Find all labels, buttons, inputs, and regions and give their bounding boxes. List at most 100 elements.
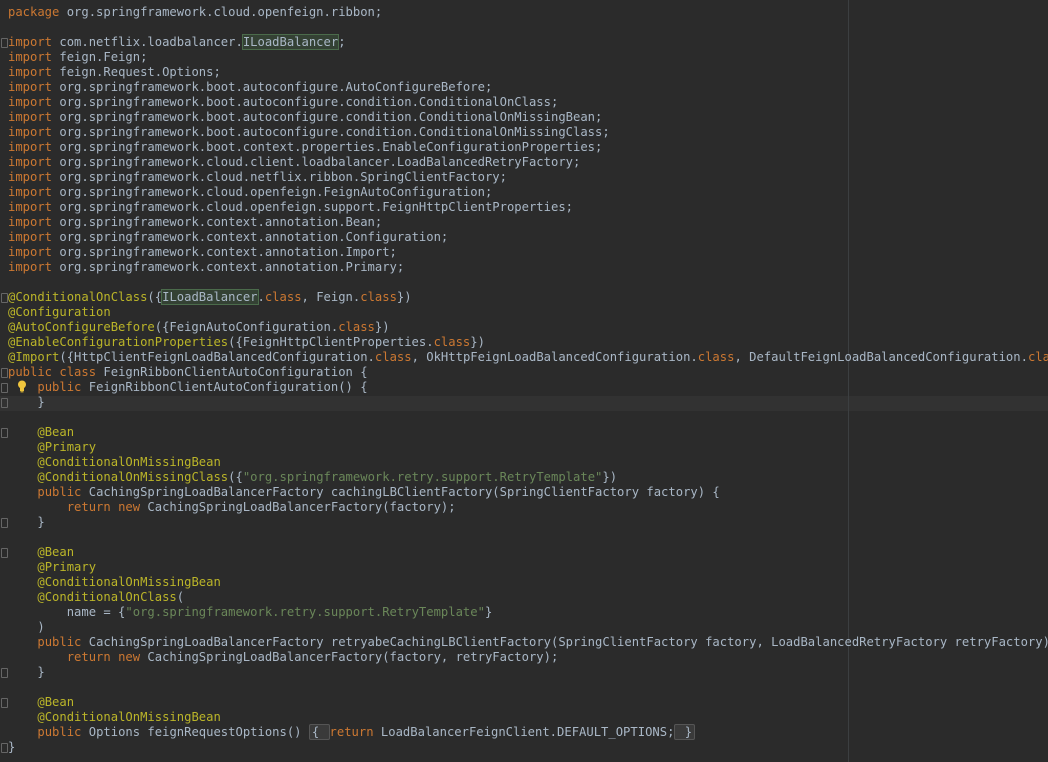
code-line[interactable]: @ConditionalOnMissingBean: [8, 455, 1048, 470]
fold-marker-icon[interactable]: [1, 428, 8, 438]
code-line[interactable]: @ConditionalOnClass(: [8, 590, 1048, 605]
code-token: org.springframework.cloud.netflix.ribbon…: [59, 170, 507, 184]
code-line[interactable]: import org.springframework.context.annot…: [8, 245, 1048, 260]
fold-marker-icon[interactable]: [1, 698, 8, 708]
code-line[interactable]: import org.springframework.boot.autoconf…: [8, 110, 1048, 125]
code-token: class: [1027, 350, 1048, 364]
code-line[interactable]: import org.springframework.context.annot…: [8, 260, 1048, 275]
code-token: @ConditionalOnMissingBean: [37, 710, 221, 724]
fold-marker-icon[interactable]: [1, 743, 8, 753]
code-token: import: [8, 200, 60, 214]
code-token: }): [374, 320, 390, 334]
code-line[interactable]: @Configuration: [8, 305, 1048, 320]
code-line[interactable]: import org.springframework.boot.autoconf…: [8, 95, 1048, 110]
code-token: ;: [338, 35, 346, 49]
code-token: @Primary: [37, 560, 97, 574]
code-token: .: [257, 290, 265, 304]
code-line[interactable]: [8, 680, 1048, 695]
code-line[interactable]: @ConditionalOnMissingBean: [8, 710, 1048, 725]
code-line[interactable]: import feign.Request.Options;: [8, 65, 1048, 80]
code-line[interactable]: return new CachingSpringLoadBalancerFact…: [8, 500, 1048, 515]
code-line[interactable]: [8, 20, 1048, 35]
highlighted-token: ILoadBalancer: [241, 34, 340, 50]
code-lines[interactable]: package org.springframework.cloud.openfe…: [8, 5, 1048, 755]
lightbulb-icon[interactable]: [17, 380, 27, 393]
code-token: package: [8, 5, 67, 19]
code-line[interactable]: import org.springframework.cloud.client.…: [8, 155, 1048, 170]
code-line[interactable]: public class FeignRibbonClientAutoConfig…: [8, 365, 1048, 380]
fold-marker-icon[interactable]: [1, 383, 8, 393]
code-line[interactable]: @ConditionalOnClass({ILoadBalancer.class…: [8, 289, 1048, 305]
code-token: public class: [8, 365, 104, 379]
code-token: ): [8, 620, 45, 634]
code-editor[interactable]: package org.springframework.cloud.openfe…: [0, 0, 1048, 762]
code-line[interactable]: public FeignRibbonClientAutoConfiguratio…: [8, 380, 1048, 395]
code-line[interactable]: [8, 275, 1048, 290]
code-line[interactable]: }: [8, 665, 1048, 680]
code-line[interactable]: import org.springframework.boot.autoconf…: [8, 80, 1048, 95]
highlighted-token: ILoadBalancer: [161, 289, 259, 305]
code-token: @Import: [8, 350, 60, 364]
code-line[interactable]: @Import({HttpClientFeignLoadBalancedConf…: [8, 350, 1048, 365]
code-token: com.netflix.loadbalancer.: [59, 35, 243, 49]
code-line[interactable]: import org.springframework.cloud.openfei…: [8, 185, 1048, 200]
code-token: (: [176, 590, 185, 604]
code-line[interactable]: import com.netflix.loadbalancer.ILoadBal…: [8, 34, 1048, 50]
fold-marker-icon[interactable]: [1, 518, 8, 528]
code-line[interactable]: @Primary: [8, 560, 1048, 575]
fold-marker-icon[interactable]: [1, 398, 8, 408]
code-line[interactable]: [8, 410, 1048, 425]
code-token: @ConditionalOnMissingClass: [37, 470, 229, 484]
code-token: @AutoConfigureBefore: [8, 320, 155, 334]
code-line[interactable]: @Bean: [8, 425, 1048, 440]
code-line[interactable]: import org.springframework.cloud.openfei…: [8, 200, 1048, 215]
code-token: public: [37, 380, 89, 394]
code-token: import: [8, 80, 60, 94]
code-line[interactable]: import org.springframework.cloud.netflix…: [8, 170, 1048, 185]
code-line[interactable]: }: [8, 515, 1048, 530]
fold-marker-icon[interactable]: [1, 548, 8, 558]
code-line[interactable]: @AutoConfigureBefore({FeignAutoConfigura…: [8, 320, 1048, 335]
code-line[interactable]: ): [8, 620, 1048, 635]
code-token: }): [470, 335, 485, 349]
code-line[interactable]: @Primary: [8, 440, 1048, 455]
code-line[interactable]: name = {"org.springframework.retry.suppo…: [8, 605, 1048, 620]
code-line[interactable]: import org.springframework.boot.context.…: [8, 140, 1048, 155]
fold-marker-icon[interactable]: [1, 668, 8, 678]
code-token: org.springframework.boot.autoconfigure.A…: [59, 80, 493, 94]
code-line[interactable]: @EnableConfigurationProperties({FeignHtt…: [8, 335, 1048, 350]
code-line[interactable]: @ConditionalOnMissingClass({"org.springf…: [8, 470, 1048, 485]
code-token: }: [8, 740, 16, 754]
code-line[interactable]: }: [8, 395, 1048, 410]
code-line[interactable]: public Options feignRequestOptions() { r…: [8, 724, 1048, 740]
code-token: class: [697, 350, 735, 364]
code-token: FeignRibbonClientAutoConfiguration {: [103, 365, 368, 379]
fold-marker-icon[interactable]: [1, 368, 8, 378]
code-token: feign.Request.Options;: [59, 65, 221, 79]
code-token: import: [8, 50, 60, 64]
fold-marker-icon[interactable]: [1, 38, 8, 48]
code-line[interactable]: public CachingSpringLoadBalancerFactory …: [8, 485, 1048, 500]
code-line[interactable]: [8, 530, 1048, 545]
code-token: import: [8, 95, 60, 109]
code-line[interactable]: @Bean: [8, 695, 1048, 710]
code-line[interactable]: package org.springframework.cloud.openfe…: [8, 5, 1048, 20]
folded-block: }: [674, 724, 696, 740]
code-line[interactable]: }: [8, 740, 1048, 755]
code-line[interactable]: public CachingSpringLoadBalancerFactory …: [8, 635, 1048, 650]
fold-marker-icon[interactable]: [1, 293, 8, 303]
code-token: }): [396, 290, 412, 304]
code-line[interactable]: @Bean: [8, 545, 1048, 560]
code-line[interactable]: @ConditionalOnMissingBean: [8, 575, 1048, 590]
code-line[interactable]: return new CachingSpringLoadBalancerFact…: [8, 650, 1048, 665]
code-line[interactable]: import feign.Feign;: [8, 50, 1048, 65]
code-line[interactable]: import org.springframework.context.annot…: [8, 215, 1048, 230]
code-line[interactable]: import org.springframework.context.annot…: [8, 230, 1048, 245]
code-line[interactable]: import org.springframework.boot.autoconf…: [8, 125, 1048, 140]
